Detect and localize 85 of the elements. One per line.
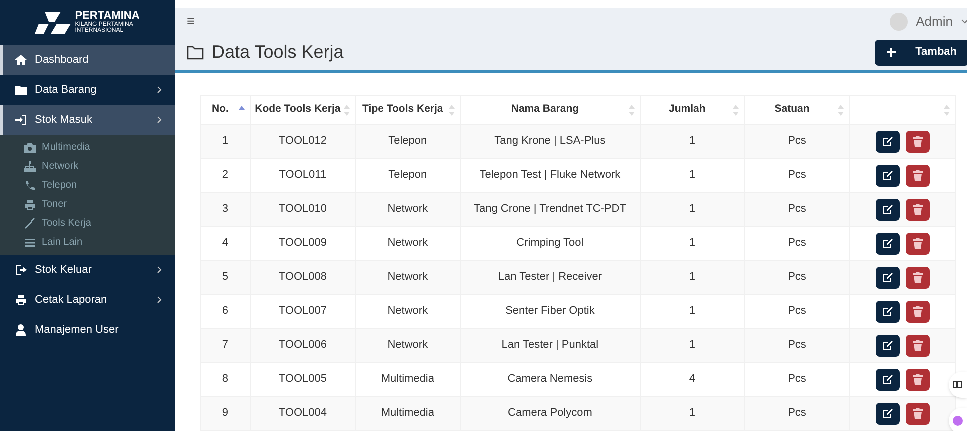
edit-icon	[882, 306, 894, 317]
menu-icon	[24, 218, 36, 230]
delete-button[interactable]	[906, 300, 930, 322]
table-cell: TOOL004	[250, 396, 356, 430]
menu-icon	[24, 160, 36, 172]
logo-icon	[35, 12, 72, 34]
edit-icon	[882, 238, 894, 249]
sidebar-item[interactable]: Dashboard	[0, 45, 175, 75]
edit-icon	[882, 272, 894, 283]
delete-button[interactable]	[906, 164, 930, 186]
sort-icon	[448, 105, 455, 116]
edit-button[interactable]	[876, 334, 900, 356]
column-header[interactable]: No.	[200, 96, 250, 124]
sidebar-item[interactable]: Stok Masuk	[0, 105, 175, 135]
submenu-item[interactable]: Multimedia	[0, 138, 175, 157]
edit-button[interactable]	[876, 232, 900, 254]
menu-icon	[24, 198, 36, 210]
table-cell: Pcs	[744, 396, 850, 430]
table-cell: Camera Polycom	[460, 396, 640, 430]
edit-button[interactable]	[876, 300, 900, 322]
table-cell: Multimedia	[355, 396, 460, 430]
menu-icon	[24, 236, 36, 248]
trash-icon	[912, 238, 923, 249]
menu-icon	[15, 264, 27, 276]
edit-icon	[882, 136, 894, 147]
sort-icon	[344, 105, 350, 116]
page-title: Data Tools Kerja	[212, 41, 344, 64]
menu-icon	[24, 180, 36, 192]
sort-icon	[944, 105, 950, 116]
edit-button[interactable]	[876, 198, 900, 220]
submenu-item[interactable]: Toner	[0, 195, 175, 214]
trash-icon	[912, 374, 923, 385]
delete-button[interactable]	[906, 130, 930, 152]
sort-icon	[733, 105, 740, 116]
plus-icon	[886, 48, 896, 58]
delete-button[interactable]	[906, 402, 930, 424]
column-header[interactable]: Kode Tools Kerja	[250, 96, 356, 124]
menu-icon	[15, 114, 27, 126]
trash-icon	[912, 306, 923, 317]
trash-icon	[912, 136, 923, 147]
user-menu[interactable]: Admin	[890, 12, 967, 32]
column-header[interactable]: Nama Barang	[460, 96, 640, 124]
delete-button[interactable]	[906, 368, 930, 390]
edit-button[interactable]	[876, 266, 900, 288]
column-header[interactable]: Satuan	[744, 96, 850, 124]
column-header[interactable]: Jumlah	[640, 96, 745, 124]
delete-button[interactable]	[906, 266, 930, 288]
edit-icon	[882, 374, 894, 385]
edit-button[interactable]	[876, 402, 900, 424]
sort-icon	[628, 105, 635, 116]
menu-icon	[15, 54, 27, 66]
menu-icon	[15, 294, 27, 306]
trash-icon	[912, 170, 923, 181]
avatar-icon	[890, 12, 908, 31]
edit-icon	[882, 408, 894, 419]
submenu-item[interactable]: Network	[0, 157, 175, 176]
submenu-item[interactable]: Lain Lain	[0, 233, 175, 252]
delete-button[interactable]	[906, 198, 930, 220]
submenu-item[interactable]: Telepon	[0, 176, 175, 195]
column-header[interactable]: Tipe Tools Kerja	[355, 96, 460, 124]
edit-button[interactable]	[876, 368, 900, 390]
trash-icon	[912, 408, 923, 419]
submenu-item[interactable]: Tools Kerja	[0, 214, 175, 233]
trash-icon	[912, 272, 923, 283]
sort-icon	[838, 105, 844, 116]
trash-icon	[912, 340, 923, 351]
edit-icon	[882, 204, 894, 215]
brand-name: PERTAMINA	[75, 11, 140, 22]
folder-icon	[187, 46, 204, 60]
caret-icon	[961, 18, 967, 25]
edit-icon	[882, 340, 894, 351]
menu-icon	[15, 324, 27, 336]
edit-button[interactable]	[876, 130, 900, 152]
trash-icon	[912, 204, 923, 215]
menu-icon	[24, 142, 36, 154]
table-cell: 1	[640, 396, 745, 430]
table-cell: 9	[200, 396, 250, 430]
sort-icon	[238, 106, 245, 110]
menu-button[interactable]: ≡	[187, 11, 196, 32]
delete-button[interactable]	[906, 334, 930, 356]
delete-button[interactable]	[906, 232, 930, 254]
edit-button[interactable]	[876, 164, 900, 186]
edit-icon	[882, 170, 894, 181]
add-button[interactable]: Tambah	[874, 40, 967, 66]
menu-icon	[15, 84, 27, 96]
